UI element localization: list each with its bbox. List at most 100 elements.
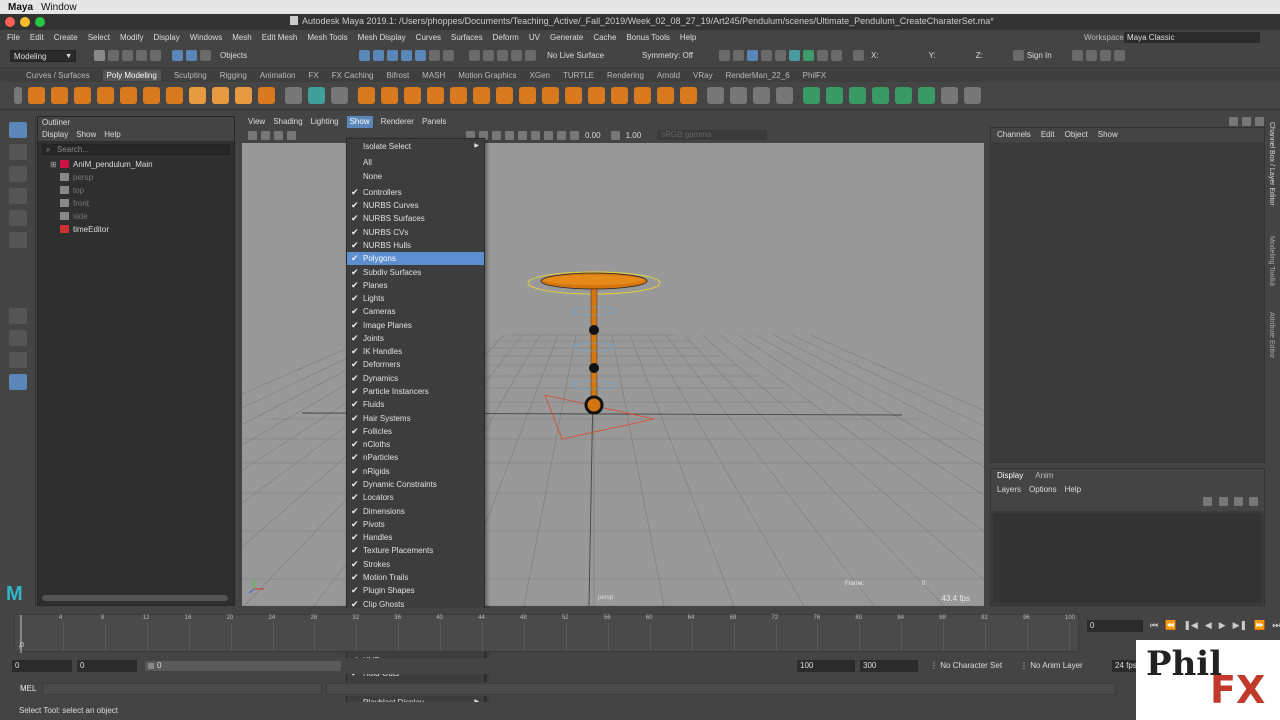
channel-box-menu-channels[interactable]: Channels: [997, 128, 1031, 142]
show-menu-item-none[interactable]: None: [347, 170, 484, 183]
menu-bonus-tools[interactable]: Bonus Tools: [626, 33, 669, 42]
menu-windows[interactable]: Windows: [190, 33, 222, 42]
gamma-value[interactable]: 1.00: [626, 131, 642, 140]
save-scene-icon[interactable]: [122, 50, 133, 61]
multi-cut-icon[interactable]: [611, 87, 628, 104]
show-menu-item-nurbs-curves[interactable]: ✔ NURBS Curves: [347, 199, 484, 212]
show-menu-item-nrigids[interactable]: ✔ nRigids: [347, 465, 484, 478]
time-slider-track[interactable]: 0 48121620242832364044485256606468727680…: [14, 614, 1079, 653]
poly-plane-icon[interactable]: [143, 87, 160, 104]
shelf-tab-motion-graphics[interactable]: Motion Graphics: [458, 71, 516, 80]
float-panel-icon[interactable]: [1242, 116, 1251, 126]
show-menu-item-planes[interactable]: ✔ Planes: [347, 279, 484, 292]
quad-draw-icon[interactable]: [730, 87, 747, 104]
image-plane-icon[interactable]: [287, 130, 296, 140]
bevel-icon[interactable]: [496, 87, 513, 104]
shelf-tab-philfx[interactable]: PhilFX: [803, 71, 827, 80]
go-to-start-icon[interactable]: ⏮: [1150, 620, 1158, 631]
outliner-horizontal-scrollbar[interactable]: [42, 595, 228, 601]
show-menu-item-ncloths[interactable]: ✔ nCloths: [347, 438, 484, 451]
type-tool-icon[interactable]: [235, 87, 252, 104]
show-menu-item-lights[interactable]: ✔ Lights: [347, 292, 484, 305]
layer-menu-help[interactable]: Help: [1065, 483, 1081, 497]
show-menu-item-follicles[interactable]: ✔ Follicles: [347, 425, 484, 438]
show-menu-item-dynamic-constraints[interactable]: ✔ Dynamic Constraints: [347, 478, 484, 491]
show-menu-item-deformers[interactable]: ✔ Deformers: [347, 358, 484, 371]
move-tool-icon[interactable]: [9, 188, 27, 204]
uv-editor-icon[interactable]: [895, 87, 912, 104]
new-scene-icon[interactable]: [94, 50, 105, 61]
shelf-options-icon[interactable]: [14, 87, 22, 104]
menu-file[interactable]: File: [7, 33, 20, 42]
current-frame-field[interactable]: 0: [1087, 620, 1143, 632]
fps-select[interactable]: 24 fps: [1112, 660, 1138, 672]
shelf-tab-arnold[interactable]: Arnold: [657, 71, 680, 80]
cut-faces-icon[interactable]: [707, 87, 724, 104]
show-menu-item-particle-instancers[interactable]: ✔ Particle Instancers: [347, 385, 484, 398]
cylindrical-uv-icon[interactable]: [826, 87, 843, 104]
layer-menu-options[interactable]: Options: [1029, 483, 1057, 497]
side-tab-attribute-editor[interactable]: Attribute Editor: [1268, 312, 1275, 358]
mac-app-menu[interactable]: Maya: [8, 2, 33, 13]
shelf-tab-bifrost[interactable]: Bifrost: [387, 71, 410, 80]
viewport-menu-show[interactable]: Show: [346, 116, 373, 128]
character-set-select[interactable]: ⋮ No Character Set: [930, 661, 1002, 671]
render-icon[interactable]: [775, 50, 787, 61]
side-tab-modeling-toolkit[interactable]: Modeling Toolkit: [1268, 236, 1275, 286]
shelf-tab-animation[interactable]: Animation: [260, 71, 296, 80]
viewport-menu-renderer[interactable]: Renderer: [381, 116, 414, 128]
undo-icon[interactable]: [136, 50, 147, 61]
menu-surfaces[interactable]: Surfaces: [451, 33, 483, 42]
animation-end-field[interactable]: 300: [860, 660, 918, 672]
select-component-icon[interactable]: [200, 50, 211, 61]
wireframe-icon[interactable]: [817, 50, 829, 61]
step-forward-key-icon[interactable]: ⏩: [1254, 620, 1265, 631]
select-tool-icon[interactable]: [9, 122, 27, 138]
new-empty-layer-icon[interactable]: [1233, 497, 1243, 506]
open-scene-icon[interactable]: [108, 50, 119, 61]
menu-set-select[interactable]: Modeling ▼: [10, 50, 76, 62]
scale-tool-icon[interactable]: [9, 232, 27, 248]
layer-tab-display[interactable]: Display: [997, 469, 1023, 483]
fill-hole-icon[interactable]: [542, 87, 559, 104]
expand-icon[interactable]: ⊞: [50, 158, 57, 171]
isolate-select-icon[interactable]: [557, 130, 566, 140]
boolean-difference-icon[interactable]: [381, 87, 398, 104]
show-menu-item-controllers[interactable]: ✔ Controllers: [347, 186, 484, 199]
bridge-icon[interactable]: [473, 87, 490, 104]
select-camera-icon[interactable]: [248, 130, 257, 140]
show-menu-item-joints[interactable]: ✔ Joints: [347, 332, 484, 345]
show-menu-item-subdiv-surfaces[interactable]: ✔ Subdiv Surfaces: [347, 266, 484, 279]
mirror-icon[interactable]: [427, 87, 444, 104]
script-language-toggle[interactable]: MEL: [20, 684, 36, 693]
viewport-icon[interactable]: [789, 50, 801, 61]
menu-select[interactable]: Select: [88, 33, 110, 42]
render-current-icon[interactable]: [719, 50, 731, 61]
slide-edge-icon[interactable]: [753, 87, 770, 104]
extrude-icon[interactable]: [450, 87, 467, 104]
viewport-menu-panels[interactable]: Panels: [422, 116, 446, 128]
menu-edit[interactable]: Edit: [30, 33, 44, 42]
menu-deform[interactable]: Deform: [493, 33, 519, 42]
paint-select-tool-icon[interactable]: [9, 166, 27, 182]
playback-start-field[interactable]: 0: [77, 660, 137, 672]
shelf-tab-poly-modeling[interactable]: Poly Modeling: [102, 69, 161, 81]
show-menu-item-texture-placements[interactable]: ✔ Texture Placements: [347, 544, 484, 557]
planar-uv-icon[interactable]: [803, 87, 820, 104]
mac-window-menu[interactable]: Window: [41, 2, 77, 13]
channel-box-toggle-icon[interactable]: [1085, 50, 1097, 61]
poly-disc-icon[interactable]: [166, 87, 183, 104]
ambient-occlusion-icon[interactable]: [531, 130, 540, 140]
pause-icon[interactable]: [831, 50, 843, 61]
show-menu-item-dynamics[interactable]: ✔ Dynamics: [347, 372, 484, 385]
shelf-tab-vray[interactable]: VRay: [693, 71, 713, 80]
menu-modify[interactable]: Modify: [120, 33, 144, 42]
step-back-frame-icon[interactable]: ❚◀: [1183, 620, 1197, 631]
poly-cone-icon[interactable]: [97, 87, 114, 104]
render-settings-icon[interactable]: [511, 50, 523, 61]
color-space-select[interactable]: sRGB gamma: [657, 130, 768, 140]
go-to-end-icon[interactable]: ⏭: [1272, 620, 1280, 631]
xray-icon[interactable]: [544, 130, 553, 140]
super-shape-icon[interactable]: [212, 87, 229, 104]
pin-icon[interactable]: [1229, 116, 1238, 126]
